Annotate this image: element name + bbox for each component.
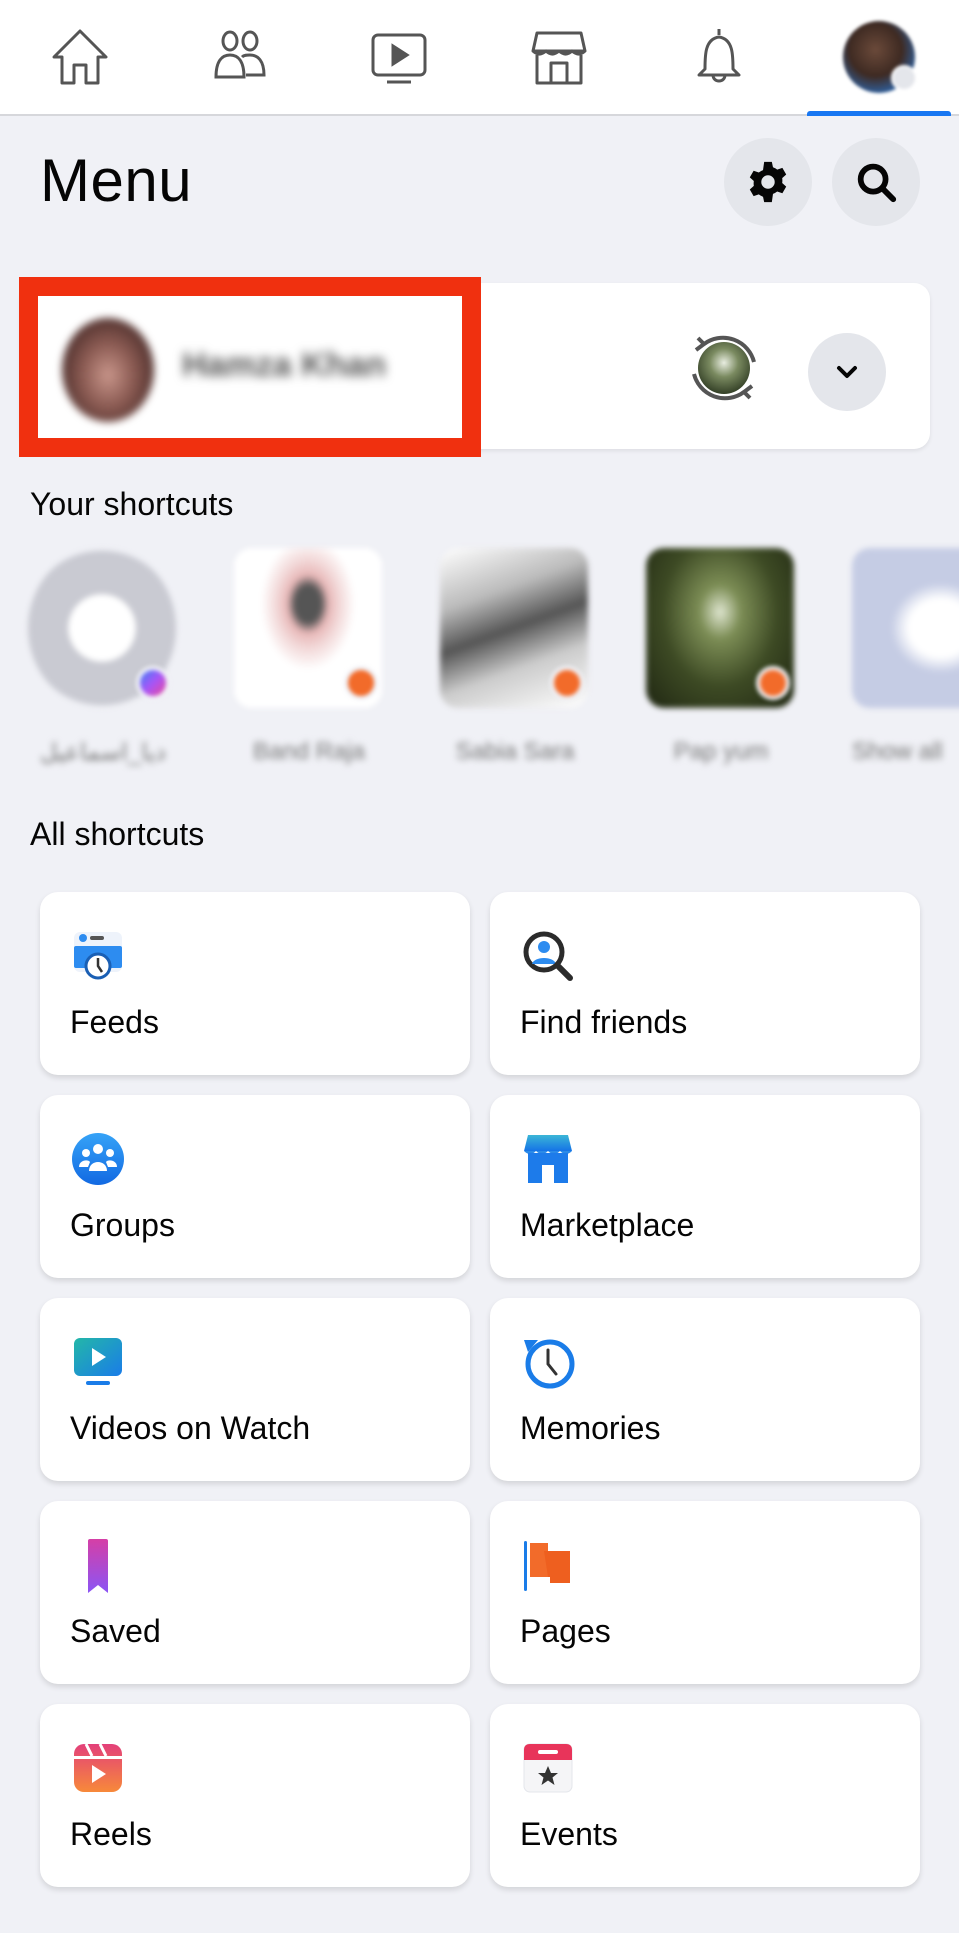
watch-icon (74, 1338, 122, 1385)
shortcut-item[interactable]: Band Raja (234, 548, 384, 788)
tab-watch[interactable] (320, 0, 480, 114)
shortcut-card-label: Find friends (520, 1004, 688, 1040)
top-navigation-bar (0, 0, 959, 116)
expand-profiles-button[interactable] (808, 333, 886, 411)
page-avatar (698, 342, 750, 394)
switch-profile-button[interactable] (684, 328, 764, 408)
shortcut-item[interactable]: دیا_اسماعیل (28, 548, 178, 788)
reels-icon (74, 1743, 122, 1792)
events-icon (523, 1743, 573, 1793)
shortcut-card-groups[interactable]: Groups (40, 1095, 470, 1278)
shortcut-card-label: Events (520, 1816, 618, 1852)
shop-icon (531, 31, 587, 85)
shortcut-card-reels[interactable]: Reels (40, 1704, 470, 1887)
messenger-badge-icon (136, 666, 170, 700)
shortcut-card-saved[interactable]: Saved (40, 1501, 470, 1684)
home-icon (52, 29, 108, 85)
saved-icon (88, 1539, 108, 1593)
shortcut-label: Pap yum (673, 738, 769, 765)
shortcut-card-marketplace[interactable]: Marketplace (490, 1095, 920, 1278)
shortcut-card-find-friends[interactable]: Find friends (490, 892, 920, 1075)
tab-menu[interactable] (799, 0, 959, 116)
shortcut-label: Band Raja (252, 738, 366, 765)
shortcut-card-label: Videos on Watch (70, 1410, 311, 1446)
gear-icon (749, 161, 787, 203)
shortcut-label: دیا_اسماعیل (40, 739, 166, 766)
shortcut-card-label: Feeds (70, 1004, 159, 1040)
page-badge-icon (550, 666, 584, 700)
shortcut-card-videos-on-watch[interactable]: Videos on Watch (40, 1298, 470, 1481)
shortcut-card-label: Saved (70, 1613, 161, 1649)
profile-avatar[interactable] (62, 318, 154, 422)
your-shortcuts-title: Your shortcuts (30, 486, 234, 522)
shortcut-card-events[interactable]: Events (490, 1704, 920, 1887)
search-icon (857, 163, 897, 203)
shortcut-card-label: Memories (520, 1410, 661, 1446)
shortcut-item[interactable]: Show all (852, 548, 959, 788)
pages-icon (524, 1541, 570, 1591)
marketplace-icon (524, 1135, 572, 1183)
shortcut-label: Show all (852, 738, 943, 765)
shortcut-card-label: Marketplace (520, 1207, 695, 1243)
groups-icon (72, 1133, 124, 1185)
profile-avatar-icon (842, 21, 917, 93)
bell-icon (697, 29, 741, 83)
shortcut-card-label: Reels (70, 1816, 152, 1852)
tab-home[interactable] (0, 0, 160, 114)
menu-badge-icon (890, 65, 917, 91)
shortcut-card-label: Groups (70, 1207, 175, 1243)
tab-friends[interactable] (160, 0, 320, 114)
shortcut-card-memories[interactable]: Memories (490, 1298, 920, 1481)
friends-icon (214, 30, 266, 79)
page-badge-icon (344, 666, 378, 700)
chevron-down-icon (837, 366, 857, 378)
your-shortcuts-row: دیا_اسماعیل Band Raja Sabia Sara Pap yum… (0, 548, 959, 788)
tab-marketplace[interactable] (479, 0, 639, 114)
video-icon (371, 33, 427, 84)
feeds-icon (74, 932, 122, 980)
shortcut-thumbnail (852, 548, 959, 708)
memories-icon (524, 1339, 575, 1389)
shortcut-label: Sabia Sara (455, 738, 575, 765)
shortcut-item[interactable]: Sabia Sara (440, 548, 590, 788)
page-badge-icon (756, 666, 790, 700)
shortcut-card-feeds[interactable]: Feeds (40, 892, 470, 1075)
shortcut-card-label: Pages (520, 1613, 611, 1649)
all-shortcuts-title: All shortcuts (30, 816, 205, 852)
find-friends-icon (523, 931, 573, 981)
tab-notifications[interactable] (639, 0, 799, 114)
page-title: Menu (40, 147, 193, 214)
search-button[interactable] (832, 138, 920, 226)
shortcut-card-pages[interactable]: Pages (490, 1501, 920, 1684)
shortcut-item[interactable]: Pap yum (646, 548, 796, 788)
settings-button[interactable] (724, 138, 812, 226)
profile-name[interactable]: Hamza Khan (182, 346, 386, 385)
